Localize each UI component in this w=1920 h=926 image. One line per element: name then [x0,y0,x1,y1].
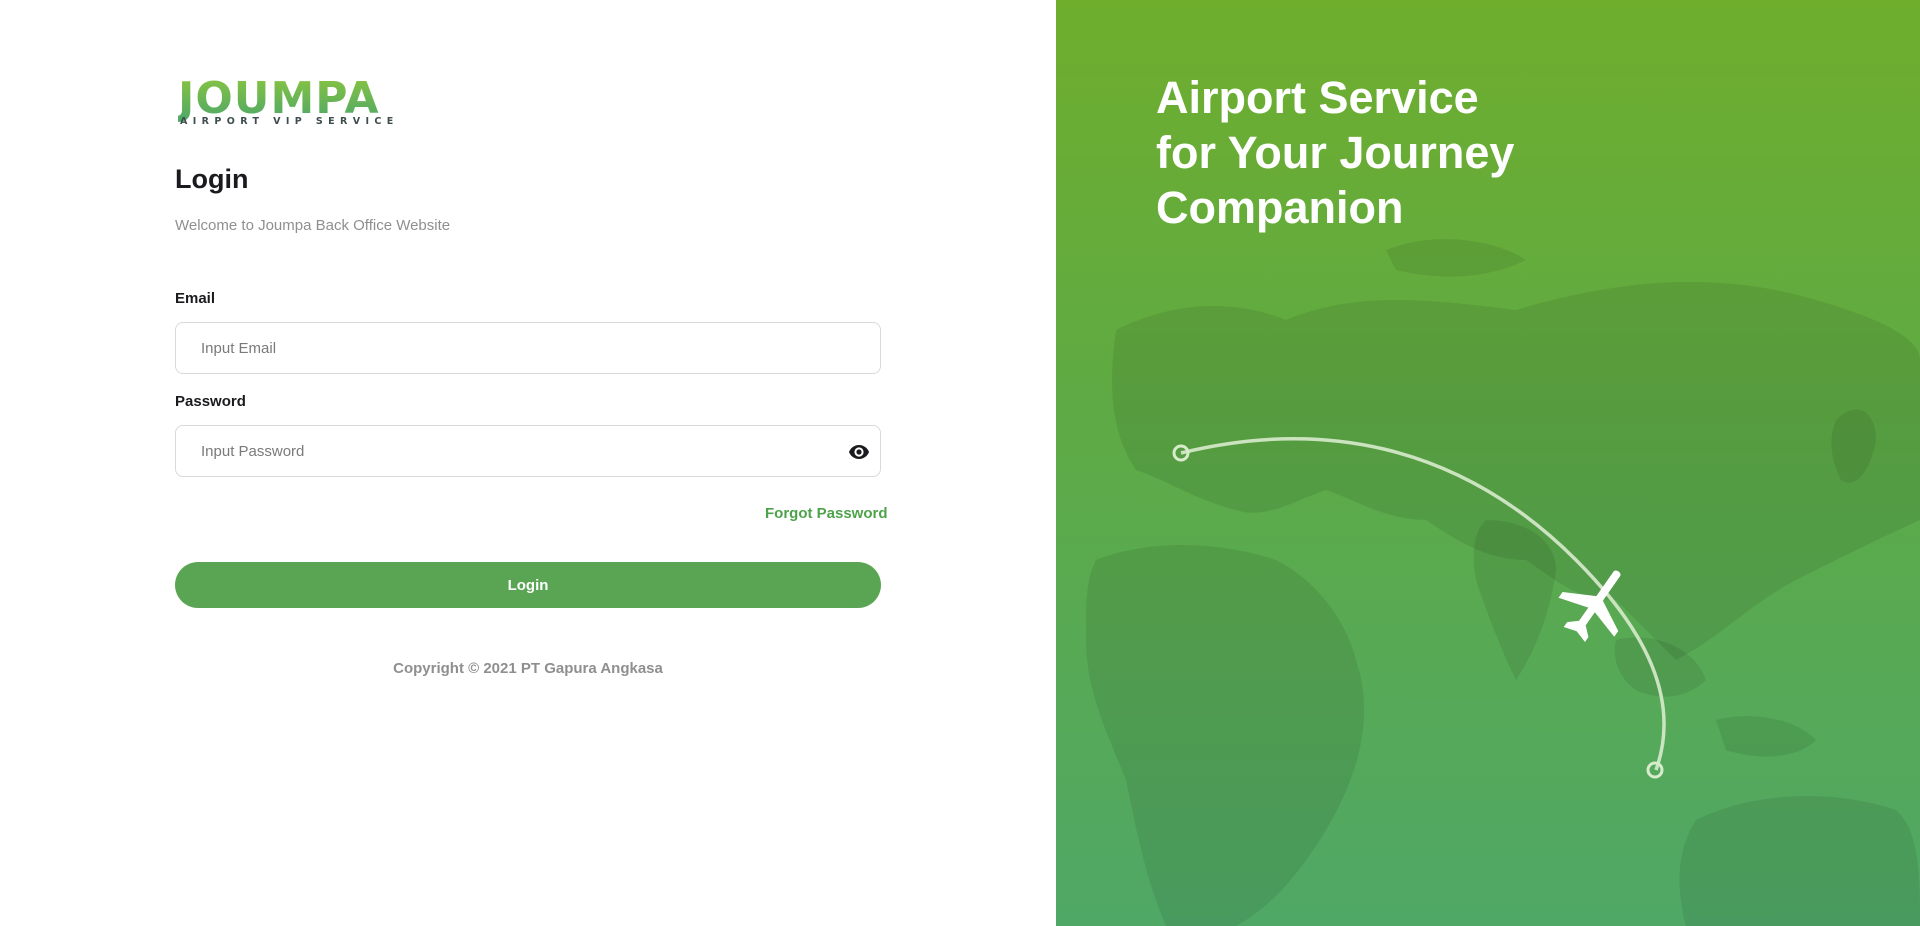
password-field-container [175,425,881,477]
hero-line: Companion [1156,182,1404,233]
joumpa-logo: JOUMPA AIRPORT VIP SERVICE [178,74,393,130]
forgot-password-link[interactable]: Forgot Password [765,505,888,522]
login-page: JOUMPA AIRPORT VIP SERVICE Login Welcome… [0,0,1920,926]
hero-line: Airport Service [1156,72,1479,123]
logo-tagline: AIRPORT VIP SERVICE [180,116,399,127]
password-label: Password [175,393,246,410]
show-password-toggle[interactable] [846,439,872,465]
eye-icon [849,445,869,459]
page-title: Login [175,164,249,194]
login-button[interactable]: Login [175,562,881,608]
email-label: Email [175,290,216,307]
hero-panel: Airport Service for Your Journey Compani… [1056,0,1920,926]
copyright-text: Copyright © 2021 PT Gapura Angkasa [393,660,663,677]
airplane-icon [1558,570,1621,642]
password-input[interactable] [176,426,880,476]
email-field-container [175,322,881,374]
login-panel: JOUMPA AIRPORT VIP SERVICE Login Welcome… [0,0,1056,926]
page-subtitle: Welcome to Joumpa Back Office Website [175,217,451,234]
hero-line: for Your Journey [1156,127,1515,178]
email-input[interactable] [176,323,880,373]
hero-headline: Airport Service for Your Journey Compani… [1156,70,1576,235]
